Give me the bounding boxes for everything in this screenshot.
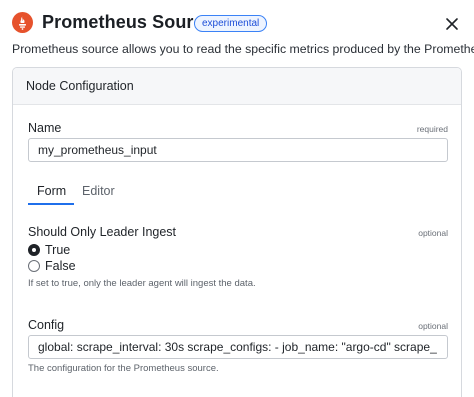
close-button[interactable]	[441, 13, 463, 35]
config-help: The configuration for the Prometheus sou…	[28, 363, 219, 374]
config-label: Config	[28, 318, 65, 332]
name-input[interactable]: my_prometheus_input	[28, 138, 448, 162]
leader-ingest-label: Should Only Leader Ingest	[28, 225, 177, 239]
node-configuration-panel: Node Configuration Name required my_prom…	[12, 67, 462, 397]
radio-false-label: False	[45, 259, 76, 273]
panel-header: Node Configuration	[13, 68, 461, 105]
radio-true[interactable]: True	[28, 243, 88, 259]
modal-header: Prometheus Source experimental	[0, 0, 474, 44]
tab-editor[interactable]: Editor	[82, 184, 115, 198]
source-description: Prometheus source allows you to read the…	[12, 42, 474, 56]
leader-ingest-optional-hint: optional	[418, 228, 448, 238]
modal-title: Prometheus Source	[42, 12, 214, 32]
radio-true-indicator[interactable]	[28, 244, 40, 256]
config-optional-hint: optional	[418, 321, 448, 331]
close-icon[interactable]	[441, 13, 463, 35]
prometheus-logo-icon	[12, 12, 33, 33]
radio-false[interactable]: False	[28, 259, 88, 275]
radio-false-indicator[interactable]	[28, 260, 40, 272]
name-required-hint: required	[416, 124, 448, 134]
config-input[interactable]: global: scrape_interval: 30s scrape_conf…	[28, 335, 448, 359]
name-label: Name	[28, 121, 62, 135]
panel-title: Node Configuration	[26, 79, 134, 93]
radio-true-label: True	[45, 243, 71, 257]
tab-form[interactable]: Form	[37, 184, 66, 198]
active-tab-indicator	[28, 203, 74, 205]
leader-ingest-help: If set to true, only the leader agent wi…	[28, 278, 256, 289]
experimental-badge: experimental	[194, 15, 268, 32]
